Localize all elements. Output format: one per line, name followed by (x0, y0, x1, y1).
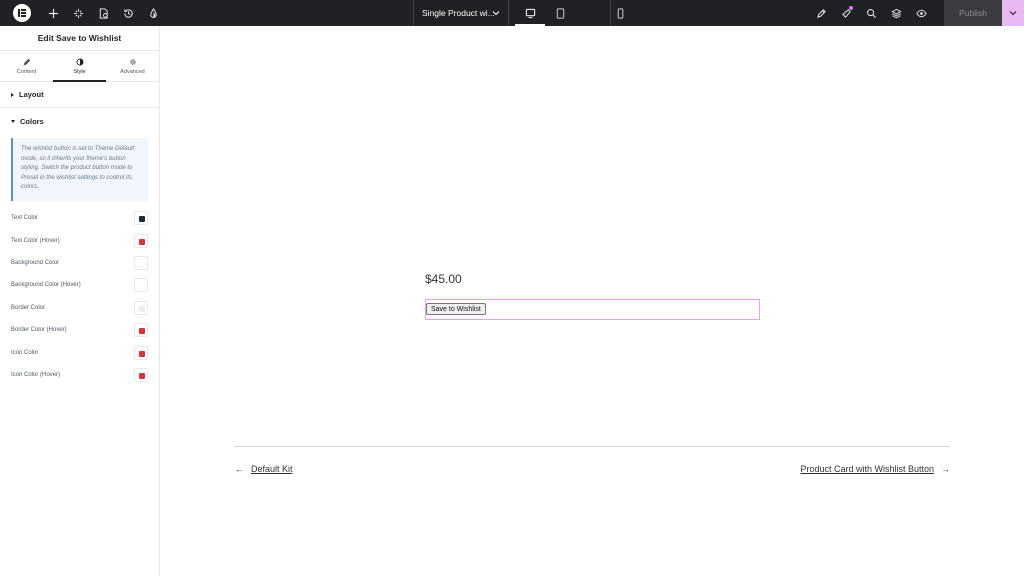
color-control-label: Border Color (11, 304, 46, 311)
tab-label: Advanced (120, 68, 145, 75)
pages-icon[interactable] (91, 0, 116, 26)
color-swatch-fill (139, 350, 145, 357)
color-control-label: Icon Color (Hover) (11, 371, 61, 378)
color-swatch[interactable] (134, 211, 148, 226)
section-layout[interactable]: Layout (0, 82, 159, 108)
editor-panel: Edit Save to Wishlist Content Style Adva… (0, 26, 160, 576)
structure-icon[interactable] (66, 0, 91, 26)
half-circle-icon (76, 58, 83, 65)
color-swatch-fill (139, 372, 145, 379)
color-control-label: Background Color (11, 259, 60, 266)
color-swatch-fill (139, 216, 145, 223)
color-control-row: Text Color (0, 207, 159, 229)
pen-icon[interactable] (809, 0, 834, 26)
previous-post-link[interactable]: ← Default Kit (235, 464, 293, 474)
divider (610, 0, 611, 26)
color-swatch[interactable] (134, 300, 148, 315)
color-controls: Text Color Text Color (Hover) Background C… (0, 207, 159, 386)
tab-advanced[interactable]: Advanced (106, 51, 159, 81)
notification-badge (849, 6, 853, 10)
color-swatch-fill (139, 283, 145, 290)
theme-style-icon[interactable] (141, 0, 166, 26)
color-swatch[interactable] (134, 278, 148, 293)
color-control-label: Icon Color (11, 349, 39, 356)
chevron-down-icon (1009, 11, 1017, 16)
color-swatch[interactable] (134, 323, 148, 338)
tab-style[interactable]: Style (53, 51, 106, 82)
notifications-icon[interactable] (834, 0, 859, 26)
arrow-left-icon: ← (235, 464, 244, 474)
color-control-label: Border Color (Hover) (11, 327, 67, 334)
color-swatch-fill (139, 328, 145, 335)
color-control-row: Icon Color (Hover) (0, 364, 159, 386)
caret-right-icon (11, 92, 14, 97)
color-swatch-fill (139, 260, 145, 267)
color-control-row: Text Color (Hover) (0, 229, 159, 251)
plus-icon[interactable] (41, 0, 66, 26)
color-swatch-fill (139, 238, 145, 245)
tablet-icon[interactable] (545, 0, 575, 26)
history-icon[interactable] (116, 0, 141, 26)
panel-tabs: Content Style Advanced (0, 51, 159, 82)
previous-post-label: Default Kit (251, 464, 293, 474)
panel-title: Edit Save to Wishlist (0, 26, 159, 51)
color-control-label: Text Color (11, 215, 39, 222)
tab-content[interactable]: Content (0, 51, 53, 81)
tab-label: Style (73, 68, 86, 75)
section-label: Layout (19, 90, 44, 99)
section-label: Colors (20, 116, 44, 126)
info-notice: The wishlist button is set to Theme Defa… (11, 138, 148, 201)
caret-down-icon (11, 119, 15, 123)
preview-canvas: $45.00 Save to Wishlist ← Default Kit Pr… (161, 26, 1024, 576)
post-nav-divider (234, 446, 950, 447)
color-swatch[interactable] (134, 255, 148, 270)
pencil-icon (23, 58, 30, 65)
color-control-row: Background Color (Hover) (0, 274, 159, 296)
device-switcher (515, 0, 635, 26)
color-control-label: Background Color (Hover) (11, 282, 81, 289)
gear-icon (129, 58, 136, 65)
color-control-row: Border Color (0, 297, 159, 319)
product-price: $45.00 (425, 272, 462, 286)
color-control-row: Background Color (0, 252, 159, 274)
top-bar: Single Product wi... Publish (0, 0, 1024, 26)
publish-button[interactable]: Publish (944, 0, 1002, 26)
tab-label: Content (16, 68, 37, 75)
next-post-link[interactable]: Product Card with Wishlist Button → (800, 464, 950, 474)
search-icon[interactable] (859, 0, 884, 26)
color-swatch-fill (139, 305, 145, 312)
color-swatch[interactable] (134, 233, 148, 248)
color-swatch[interactable] (134, 367, 148, 382)
publish-options-button[interactable] (1002, 0, 1024, 26)
color-control-row: Icon Color (0, 341, 159, 363)
preview-icon[interactable] (909, 0, 934, 26)
color-control-label: Text Color (Hover) (11, 237, 60, 244)
section-colors[interactable]: Colors (0, 108, 159, 134)
save-to-wishlist-button[interactable]: Save to Wishlist (426, 303, 486, 315)
chevron-down-icon (492, 11, 500, 16)
arrow-right-icon: → (941, 464, 950, 474)
layers-icon[interactable] (884, 0, 909, 26)
document-selector[interactable]: Single Product wi... (413, 0, 509, 26)
elementor-logo-icon[interactable] (13, 4, 31, 22)
document-title: Single Product wi... (422, 8, 495, 18)
color-control-row: Border Color (Hover) (0, 319, 159, 341)
desktop-icon[interactable] (515, 0, 545, 26)
color-swatch[interactable] (134, 345, 148, 360)
next-post-label: Product Card with Wishlist Button (800, 464, 934, 474)
